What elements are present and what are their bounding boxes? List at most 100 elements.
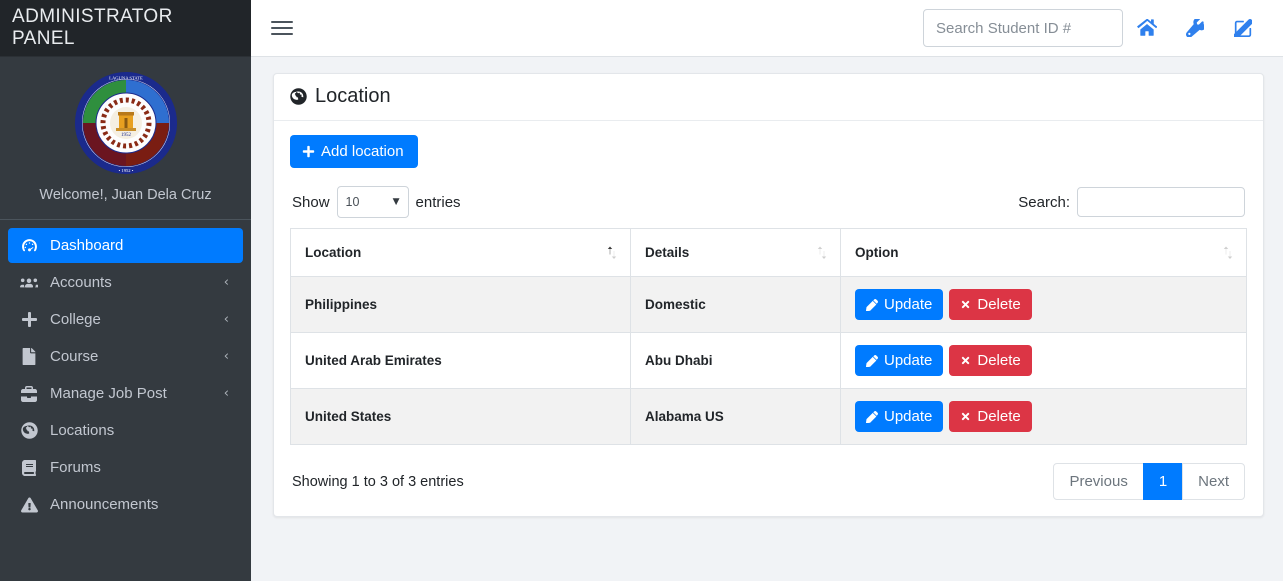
sidebar-item-label: Manage Job Post: [50, 385, 167, 402]
search-label: Search:: [1018, 193, 1070, 211]
sidebar-item-forums[interactable]: Forums: [8, 450, 243, 485]
table-row: Philippines Domestic Update Delete: [290, 276, 1247, 333]
cell-details: Alabama US: [630, 388, 841, 445]
users-icon: [18, 275, 40, 291]
delete-button[interactable]: Delete: [949, 345, 1032, 376]
table-row: United States Alabama US Update Delete: [290, 388, 1247, 445]
sidebar-item-locations[interactable]: Locations: [8, 413, 243, 448]
pagination-page-1[interactable]: 1: [1142, 463, 1184, 500]
svg-text:1952: 1952: [121, 133, 132, 138]
cell-details: Abu Dhabi: [630, 332, 841, 389]
table-search-control: Search:: [1018, 187, 1245, 217]
svg-text:• 1952 •: • 1952 •: [118, 168, 133, 173]
sidebar-item-manage-job-post[interactable]: Manage Job Post ‹: [8, 376, 243, 411]
topbar-actions: [923, 8, 1267, 48]
globe-icon: [290, 88, 307, 105]
welcome-message: Welcome!, Juan Dela Cruz: [39, 187, 212, 203]
cell-option: Update Delete: [840, 276, 1247, 333]
column-label: Option: [855, 245, 899, 260]
row-actions: Update Delete: [855, 401, 1232, 432]
sort-ascending-icon: [606, 246, 618, 260]
sidebar-item-label: Locations: [50, 422, 115, 439]
chevron-icon: ‹: [223, 386, 229, 401]
book-icon: [18, 459, 40, 476]
table-header-row: Location Details Option: [290, 228, 1247, 277]
brand-title: ADMINISTRATOR PANEL: [12, 6, 173, 49]
brand-header: ADMINISTRATOR PANEL: [0, 0, 251, 57]
topbar: [251, 0, 1283, 57]
column-header-option[interactable]: Option: [840, 228, 1247, 277]
pagination: Previous 1 Next: [1053, 463, 1245, 500]
cell-option: Update Delete: [840, 388, 1247, 445]
locations-table: Location Details Option Philippines Dome…: [290, 228, 1247, 445]
sidebar-item-announcements[interactable]: Announcements: [8, 487, 243, 522]
add-location-label: Add location: [321, 143, 404, 160]
update-button[interactable]: Update: [855, 289, 944, 320]
card-header: Location: [274, 74, 1263, 121]
sidebar-item-college[interactable]: College ‹: [8, 302, 243, 337]
cell-details: Domestic: [630, 276, 841, 333]
table-search-input[interactable]: [1077, 187, 1245, 217]
sidebar-item-label: Announcements: [50, 496, 159, 513]
column-label: Location: [305, 245, 362, 260]
content-area: Location Add location Show 10 ▼ entries …: [251, 57, 1283, 581]
column-header-location[interactable]: Location: [290, 228, 631, 277]
table-row: United Arab Emirates Abu Dhabi Update De…: [290, 332, 1247, 389]
chevron-down-icon: ▼: [392, 197, 400, 207]
table-controls: Show 10 ▼ entries Search:: [292, 186, 1245, 218]
page-length-control: Show 10 ▼ entries: [292, 186, 461, 218]
sidebar-nav: Dashboard Accounts ‹ College ‹ Course ‹ …: [0, 220, 251, 581]
globe-icon: [18, 422, 40, 439]
entries-info: Showing 1 to 3 of 3 entries: [292, 473, 464, 490]
table-footer: Showing 1 to 3 of 3 entries Previous 1 N…: [290, 463, 1247, 500]
sidebar-item-label: College: [50, 311, 101, 328]
update-label: Update: [884, 352, 933, 369]
delete-label: Delete: [977, 352, 1021, 369]
delete-button[interactable]: Delete: [949, 289, 1032, 320]
sidebar: ADMINISTRATOR PANEL 1952 LAGUNA STATE • …: [0, 0, 251, 581]
column-header-details[interactable]: Details: [630, 228, 841, 277]
update-button[interactable]: Update: [855, 345, 944, 376]
delete-label: Delete: [977, 296, 1021, 313]
add-location-button[interactable]: Add location: [290, 135, 418, 168]
pen-to-square-icon[interactable]: [1219, 8, 1267, 48]
file-icon: [18, 348, 40, 365]
sidebar-item-course[interactable]: Course ‹: [8, 339, 243, 374]
cell-location: United Arab Emirates: [290, 332, 631, 389]
sidebar-item-label: Dashboard: [50, 237, 124, 254]
main-area: Location Add location Show 10 ▼: [251, 0, 1283, 581]
sidebar-item-accounts[interactable]: Accounts ‹: [8, 265, 243, 300]
app-root: ADMINISTRATOR PANEL 1952 LAGUNA STATE • …: [0, 0, 1283, 581]
pagination-previous[interactable]: Previous: [1053, 463, 1144, 500]
update-label: Update: [884, 408, 933, 425]
sort-neutral-icon: [816, 246, 828, 260]
briefcase-icon: [18, 385, 40, 402]
svg-text:LAGUNA STATE: LAGUNA STATE: [109, 76, 143, 81]
chevron-icon: ‹: [223, 349, 229, 364]
student-id-search-input[interactable]: [923, 9, 1123, 47]
dashboard-icon: [18, 237, 40, 254]
cell-location: Philippines: [290, 276, 631, 333]
hamburger-icon[interactable]: [271, 17, 293, 39]
sidebar-item-label: Accounts: [50, 274, 112, 291]
update-label: Update: [884, 296, 933, 313]
sidebar-item-dashboard[interactable]: Dashboard: [8, 228, 243, 263]
user-profile: 1952 LAGUNA STATE • 1952 • Welcome!, Jua…: [0, 57, 251, 220]
chevron-icon: ‹: [223, 275, 229, 290]
page-length-select[interactable]: 10 ▼: [336, 186, 409, 218]
cell-option: Update Delete: [840, 332, 1247, 389]
cell-location: United States: [290, 388, 631, 445]
warning-icon: [18, 496, 40, 513]
entries-label: entries: [415, 193, 461, 211]
university-seal-logo: 1952 LAGUNA STATE • 1952 •: [74, 71, 178, 175]
show-label: Show: [292, 193, 330, 211]
delete-button[interactable]: Delete: [949, 401, 1032, 432]
row-actions: Update Delete: [855, 345, 1232, 376]
update-button[interactable]: Update: [855, 401, 944, 432]
pagination-next[interactable]: Next: [1182, 463, 1245, 500]
row-actions: Update Delete: [855, 289, 1232, 320]
page-length-value: 10: [345, 195, 360, 209]
wrench-icon[interactable]: [1171, 8, 1219, 48]
home-icon[interactable]: [1123, 8, 1171, 48]
table-head: Location Details Option: [290, 228, 1247, 277]
